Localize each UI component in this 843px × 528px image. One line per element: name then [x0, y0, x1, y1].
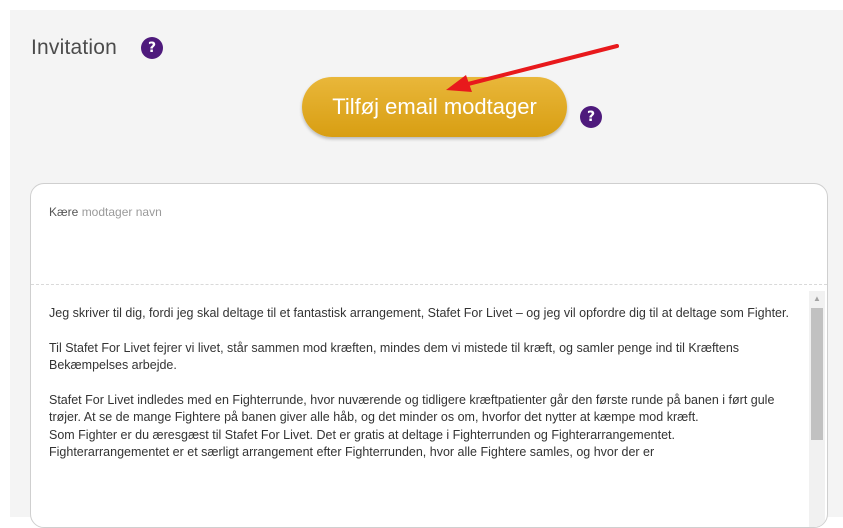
help-icon[interactable]: ? [580, 106, 602, 128]
letter-paragraph: Stafet For Livet indledes med en Fighter… [49, 392, 775, 425]
scroll-thumb[interactable] [811, 308, 823, 440]
recipient-name-placeholder: modtager navn [81, 205, 162, 219]
invitation-title: Invitation [31, 36, 118, 59]
letter-body[interactable]: Jeg skriver til dig, fordi jeg skal delt… [31, 287, 827, 527]
letter-paragraph: Jeg skriver til dig, fordi jeg skal delt… [49, 306, 789, 320]
scroll-up-icon[interactable]: ▲ [809, 291, 825, 305]
greeting-line[interactable]: Kære modtager navn [49, 205, 162, 219]
add-email-recipient-button[interactable]: Tilføj email modtager [302, 77, 567, 137]
letter-text: Jeg skriver til dig, fordi jeg skal delt… [49, 305, 789, 462]
help-icon[interactable]: ? [141, 37, 163, 59]
letter-paragraph: Som Fighter er du æresgæst til Stafet Fo… [49, 427, 675, 460]
divider [31, 284, 827, 285]
letter-scrollbar[interactable]: ▲ [809, 291, 825, 527]
invitation-letter-card: Kære modtager navn Jeg skriver til dig, … [30, 183, 828, 528]
greeting-prefix: Kære [49, 205, 79, 219]
letter-paragraph: Til Stafet For Livet fejrer vi livet, st… [49, 340, 740, 373]
